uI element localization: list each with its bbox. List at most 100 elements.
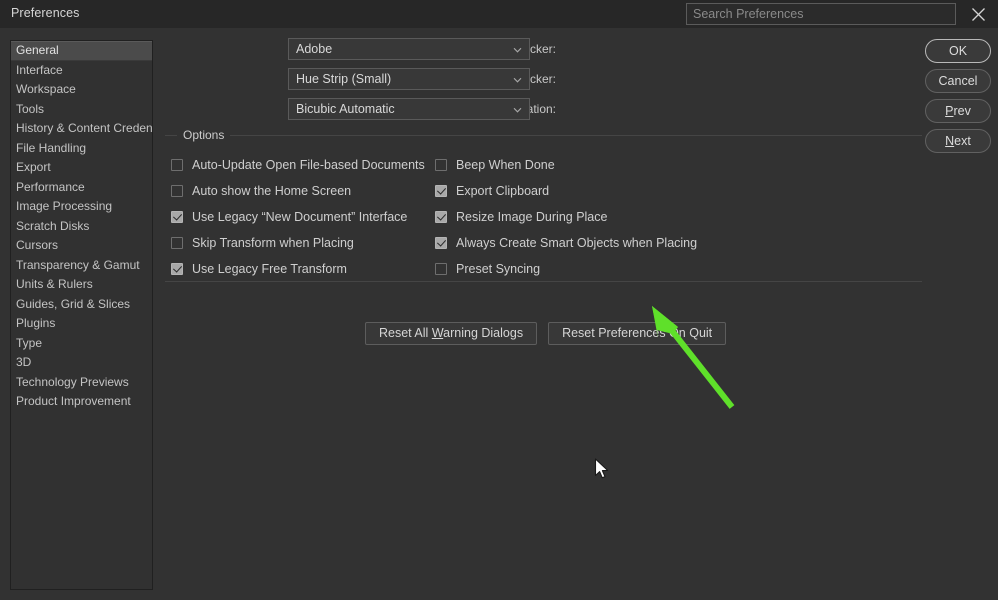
sidebar-item-label: Technology Previews: [16, 374, 129, 389]
checkbox-unchecked-icon[interactable]: [171, 185, 183, 197]
option-label: Use Legacy “New Document” Interface: [192, 210, 408, 224]
option-label: Resize Image During Place: [456, 210, 608, 224]
checkbox-checked-icon[interactable]: [171, 211, 183, 223]
sidebar-item-label: Workspace: [16, 82, 76, 96]
checkbox-unchecked-icon[interactable]: [435, 263, 447, 275]
sidebar-item-label: Tools: [16, 101, 45, 116]
prev-button[interactable]: Prev: [925, 99, 991, 123]
option-label: Preset Syncing: [456, 262, 541, 276]
checkbox-unchecked-icon[interactable]: [171, 237, 183, 249]
checkbox-unchecked-icon[interactable]: [435, 159, 447, 171]
option-use-legacy-new-document-interface[interactable]: Use Legacy “New Document” Interface: [171, 204, 451, 230]
sidebar-item-label: Export: [16, 160, 51, 174]
option-beep-when-done[interactable]: Beep When Done: [435, 152, 915, 178]
sidebar-item-technology-previews[interactable]: Technology Previews: [11, 373, 152, 393]
checkbox-checked-icon[interactable]: [435, 185, 447, 197]
sidebar-item-tools[interactable]: Tools: [11, 100, 152, 120]
option-preset-syncing[interactable]: Preset Syncing: [435, 256, 915, 282]
sidebar-item-label: Image Processing: [16, 199, 113, 213]
field-row-image-interpolation: Image Interpolation: Bicubic Automatic: [160, 98, 930, 124]
option-use-legacy-free-transform[interactable]: Use Legacy Free Transform: [171, 256, 451, 282]
sidebar-item-label: Guides, Grid & Slices: [16, 296, 131, 311]
close-icon: [971, 7, 986, 22]
image-interpolation-select[interactable]: Bicubic Automatic: [288, 98, 530, 120]
sidebar-item-label: Product Improvement: [16, 394, 131, 408]
sidebar-item-type[interactable]: Type: [11, 334, 152, 354]
option-resize-image-during-place[interactable]: Resize Image During Place: [435, 204, 915, 230]
sidebar-item-label: 3D: [16, 355, 32, 369]
option-auto-update-open-file-based-documents[interactable]: Auto-Update Open File-based Documents: [171, 152, 451, 178]
sidebar-item-label: Units & Rulers: [16, 277, 93, 291]
checkbox-checked-icon[interactable]: [435, 237, 447, 249]
sidebar-item-label: General: [16, 43, 59, 57]
sidebar-item-workspace[interactable]: Workspace: [11, 80, 152, 100]
option-label: Always Create Smart Objects when Placing: [456, 236, 698, 250]
sidebar-item-label: Plugins: [16, 316, 56, 330]
hud-color-picker-value: Hue Strip (Small): [296, 72, 392, 86]
cancel-button[interactable]: Cancel: [925, 69, 991, 93]
chevron-down-icon: [512, 40, 522, 60]
sidebar-item-scratch-disks[interactable]: Scratch Disks: [11, 217, 152, 237]
annotation-arrow: [640, 300, 750, 418]
sidebar-item-interface[interactable]: Interface: [11, 61, 152, 81]
checkbox-unchecked-icon[interactable]: [171, 159, 183, 171]
sidebar-item-history-content-credentials[interactable]: History & Content Credentials: [11, 119, 152, 139]
options-group-legend: Options: [177, 128, 231, 142]
option-skip-transform-when-placing[interactable]: Skip Transform when Placing: [171, 230, 451, 256]
sidebar-item-3d[interactable]: 3D: [11, 353, 152, 373]
option-label: Use Legacy Free Transform: [192, 262, 347, 276]
sidebar-item-label: Transparency & Gamut: [16, 257, 140, 272]
search-input[interactable]: [686, 3, 956, 25]
sidebar-item-label: File Handling: [16, 140, 87, 155]
option-label: Skip Transform when Placing: [192, 236, 354, 250]
option-label: Auto show the Home Screen: [192, 184, 352, 198]
sidebar-item-label: Performance: [16, 179, 85, 194]
dialog-action-buttons: OK Cancel Prev Next: [925, 39, 991, 159]
color-picker-value: Adobe: [296, 42, 333, 56]
sidebar-item-export[interactable]: Export: [11, 158, 152, 178]
sidebar-item-product-improvement[interactable]: Product Improvement: [11, 392, 152, 412]
option-label: Beep When Done: [456, 158, 555, 172]
preferences-category-list[interactable]: General Interface Workspace Tools History & …: [10, 40, 153, 590]
checkbox-checked-icon[interactable]: [171, 263, 183, 275]
sidebar-item-cursors[interactable]: Cursors: [11, 236, 152, 256]
sidebar-item-transparency-gamut[interactable]: Transparency & Gamut: [11, 256, 152, 276]
mouse-cursor: [594, 458, 610, 484]
option-label: Auto-Update Open File-based Documents: [192, 158, 425, 172]
dialog-titlebar: Preferences: [0, 0, 998, 28]
sidebar-item-label: History & Content Credentials: [16, 121, 153, 135]
option-export-clipboard[interactable]: Export Clipboard: [435, 178, 915, 204]
sidebar-item-label: Cursors: [16, 238, 59, 252]
options-group-bottom-border: [165, 281, 922, 282]
sidebar-item-file-handling[interactable]: File Handling: [11, 139, 152, 159]
reset-all-warning-dialogs-button[interactable]: Reset All Warning Dialogs: [365, 322, 538, 345]
next-button[interactable]: Next: [925, 129, 991, 153]
image-interpolation-value: Bicubic Automatic: [296, 102, 395, 116]
checkbox-checked-icon[interactable]: [435, 211, 447, 223]
ok-button[interactable]: OK: [925, 39, 991, 63]
reset-buttons-row: Reset All Warning Dialogs Reset Preferen…: [365, 322, 727, 345]
sidebar-item-guides-grid-slices[interactable]: Guides, Grid & Slices: [11, 295, 152, 315]
options-group: Options Auto-Update Open File-based Docu…: [165, 126, 922, 282]
field-row-color-picker: Color Picker: Adobe: [160, 38, 930, 64]
chevron-down-icon: [512, 100, 522, 120]
preferences-general-panel: Color Picker: Adobe HUD Color Picker: Hu…: [160, 38, 930, 345]
options-left-column: Auto-Update Open File-based Documents Aut…: [171, 152, 451, 282]
color-picker-select[interactable]: Adobe: [288, 38, 530, 60]
close-button[interactable]: [965, 2, 991, 26]
option-always-create-smart-objects-when-placing[interactable]: Always Create Smart Objects when Placing: [435, 230, 915, 256]
sidebar-item-performance[interactable]: Performance: [11, 178, 152, 198]
field-row-hud-color-picker: HUD Color Picker: Hue Strip (Small): [160, 68, 930, 94]
sidebar-item-label: Scratch Disks: [16, 218, 90, 233]
sidebar-item-label: Interface: [16, 62, 63, 77]
reset-preferences-on-quit-button[interactable]: Reset Preferences On Quit: [548, 322, 727, 345]
dialog-title: Preferences: [11, 6, 80, 20]
sidebar-item-units-rulers[interactable]: Units & Rulers: [11, 275, 152, 295]
option-label: Export Clipboard: [456, 184, 550, 198]
sidebar-item-image-processing[interactable]: Image Processing: [11, 197, 152, 217]
chevron-down-icon: [512, 70, 522, 90]
sidebar-item-general[interactable]: General: [11, 41, 152, 61]
option-auto-show-the-home-screen[interactable]: Auto show the Home Screen: [171, 178, 451, 204]
hud-color-picker-select[interactable]: Hue Strip (Small): [288, 68, 530, 90]
sidebar-item-plugins[interactable]: Plugins: [11, 314, 152, 334]
